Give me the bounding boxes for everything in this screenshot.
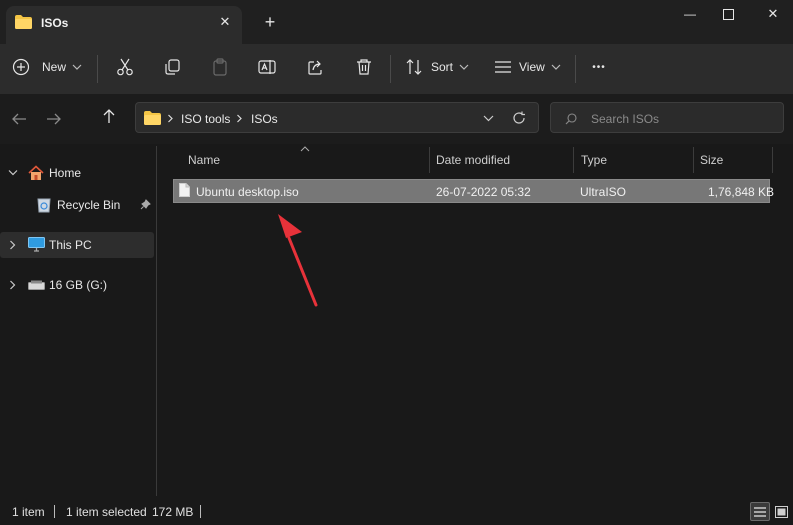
file-size: 1,76,848 KB [708, 185, 775, 199]
folder-icon [15, 15, 32, 29]
up-button[interactable] [99, 106, 119, 126]
nav-label-drive-g: 16 GB (G:) [49, 278, 108, 292]
delete-button[interactable] [352, 55, 376, 79]
address-history-button[interactable] [478, 108, 498, 128]
nav-label-recycle-bin: Recycle Bin [57, 198, 121, 212]
status-selected: 1 item selected [66, 505, 147, 519]
minimize-icon: — [684, 7, 696, 21]
plus-icon: + [264, 11, 276, 32]
share-icon [308, 60, 322, 75]
scissors-icon [117, 58, 133, 76]
toolbar-separator [575, 55, 576, 83]
search-box[interactable] [550, 102, 784, 133]
column-header-size[interactable]: Size [700, 153, 723, 167]
computer-icon [28, 237, 45, 252]
more-options-button[interactable]: ••• [586, 55, 612, 79]
column-divider[interactable] [573, 147, 574, 173]
close-icon: ✕ [219, 14, 231, 29]
arrow-right-icon [47, 113, 61, 125]
rename-icon [258, 60, 276, 74]
view-button[interactable]: View [494, 54, 566, 80]
toolbar-separator [390, 55, 391, 83]
tiles-view-button[interactable] [772, 502, 791, 521]
column-header-date-modified[interactable]: Date modified [436, 153, 510, 167]
close-window-button[interactable]: ✕ [753, 4, 793, 24]
column-divider[interactable] [429, 147, 430, 173]
sort-label: Sort [431, 60, 454, 74]
sort-ascending-icon [300, 146, 310, 152]
breadcrumb-iso-tools[interactable]: ISO tools [181, 112, 230, 126]
share-button[interactable] [304, 55, 328, 79]
trash-icon [357, 59, 371, 75]
new-plus-circle-icon [12, 58, 30, 76]
toolbar-separator [97, 55, 98, 83]
file-type: UltraISO [580, 185, 627, 199]
refresh-icon [513, 111, 525, 124]
search-icon [565, 113, 577, 125]
tab-title: ISOs [41, 16, 69, 30]
file-name: Ubuntu desktop.iso [196, 185, 299, 199]
chevron-down-icon [72, 64, 82, 70]
chevron-right-icon[interactable] [9, 280, 17, 290]
details-view-button[interactable] [750, 502, 770, 521]
pin-icon[interactable] [140, 199, 151, 210]
status-separator [54, 505, 55, 518]
chevron-right-icon[interactable] [9, 240, 17, 250]
column-header-name[interactable]: Name [188, 153, 220, 167]
chevron-down-icon [483, 115, 493, 122]
new-label: New [42, 60, 67, 74]
annotation-arrow-icon [278, 214, 318, 307]
more-icon: ••• [592, 61, 606, 73]
arrow-left-icon [12, 113, 26, 125]
new-button[interactable]: New [12, 54, 92, 80]
rename-button[interactable] [255, 55, 279, 79]
status-item-count: 1 item [12, 505, 45, 519]
paste-icon [213, 58, 227, 76]
nav-label-home: Home [49, 166, 82, 180]
usb-drive-icon [28, 280, 45, 290]
sort-button[interactable]: Sort [405, 54, 477, 80]
details-view-icon [754, 506, 766, 517]
chevron-down-icon [459, 64, 469, 70]
cut-button[interactable] [113, 55, 137, 79]
chevron-down-icon[interactable] [8, 169, 18, 177]
maximize-icon [722, 8, 734, 20]
view-label: View [519, 60, 545, 74]
refresh-button[interactable] [509, 108, 529, 128]
arrow-up-icon [103, 109, 115, 123]
forward-button[interactable] [44, 109, 64, 129]
search-placeholder[interactable]: Search ISOs [591, 112, 659, 126]
file-icon [179, 183, 190, 197]
home-icon [28, 165, 44, 180]
nav-label-this-pc: This PC [49, 238, 92, 252]
chevron-right-icon [168, 114, 173, 123]
breadcrumb-isos[interactable]: ISOs [251, 112, 278, 126]
back-button[interactable] [9, 109, 29, 129]
tiles-view-icon [775, 505, 788, 518]
new-tab-button[interactable]: + [260, 12, 280, 32]
folder-icon [144, 111, 161, 125]
recycle-bin-icon [37, 198, 51, 213]
column-divider[interactable] [772, 147, 773, 173]
paste-button[interactable] [208, 55, 232, 79]
file-date-modified: 26-07-2022 05:32 [436, 185, 531, 199]
chevron-right-icon [237, 114, 242, 123]
copy-icon [165, 59, 180, 75]
chevron-down-icon [551, 64, 561, 70]
maximize-button[interactable] [708, 4, 748, 24]
status-selected-size: 172 MB [152, 505, 194, 519]
view-icon [495, 61, 511, 73]
column-divider[interactable] [693, 147, 694, 173]
sort-icon [406, 59, 422, 75]
copy-button[interactable] [160, 55, 184, 79]
column-header-type[interactable]: Type [581, 153, 607, 167]
close-icon: ✕ [767, 6, 779, 21]
status-separator [200, 505, 201, 518]
close-tab-button[interactable]: ✕ [216, 13, 234, 31]
minimize-button[interactable]: — [670, 4, 710, 24]
